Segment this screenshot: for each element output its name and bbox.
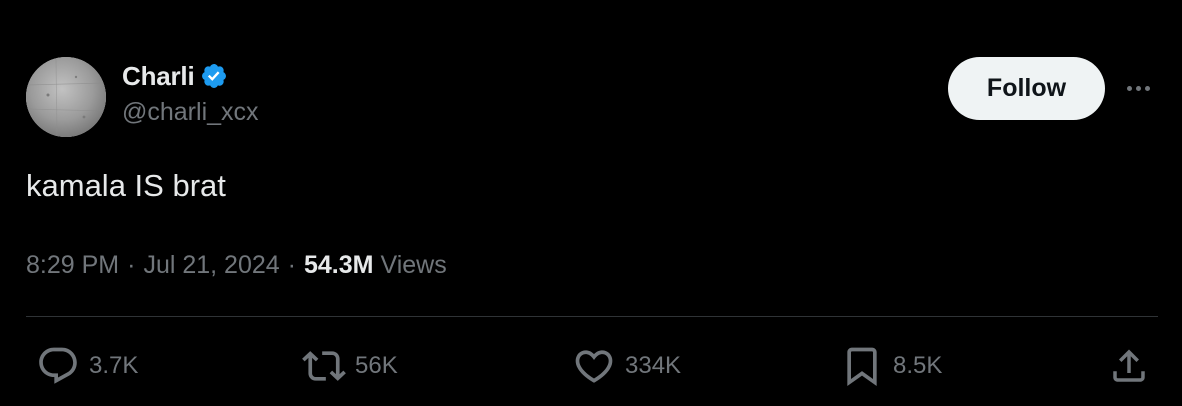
divider (26, 316, 1158, 317)
repost-button[interactable]: 56K (302, 346, 398, 386)
follow-button[interactable]: Follow (948, 57, 1105, 120)
author-handle[interactable]: @charli_xcx (122, 98, 259, 127)
heart-icon (575, 350, 613, 383)
bookmark-count: 8.5K (893, 352, 943, 379)
reply-icon (39, 347, 77, 384)
tweet-date[interactable]: Jul 21, 2024 (143, 251, 279, 280)
more-dot-1 (1126, 85, 1132, 91)
reply-button[interactable]: 3.7K (36, 346, 138, 386)
avatar[interactable] (26, 57, 106, 137)
more-dot-2 (1135, 85, 1141, 91)
like-button[interactable]: 334K (572, 346, 681, 386)
meta-separator: · (127, 250, 136, 279)
bookmark-button[interactable]: 8.5K (840, 346, 943, 387)
tweet-text: kamala IS brat (26, 168, 226, 203)
tweet-meta: 8:29 PM · Jul 21, 2024 · 54.3M Views (26, 247, 447, 283)
more-horizontal-icon[interactable] (1120, 76, 1156, 100)
reply-count: 3.7K (89, 352, 139, 379)
bookmark-icon (847, 347, 877, 387)
verified-badge-icon[interactable] (200, 62, 228, 90)
author-name-row: Charli (122, 58, 228, 94)
repost-icon (302, 351, 346, 381)
display-name[interactable]: Charli (122, 61, 195, 92)
tweet-card: Charli @charli_xcx Follow kamala IS brat… (0, 0, 1182, 406)
meta-separator: · (287, 250, 296, 279)
tweet-time[interactable]: 8:29 PM (26, 251, 119, 280)
share-icon (1113, 349, 1145, 382)
share-button[interactable] (1108, 346, 1150, 386)
avatar-photo (26, 57, 106, 137)
repost-count: 56K (355, 352, 398, 379)
views-label[interactable]: Views (380, 251, 446, 280)
like-count: 334K (625, 352, 682, 379)
views-count[interactable]: 54.3M (304, 251, 373, 280)
more-dot-3 (1144, 85, 1150, 91)
